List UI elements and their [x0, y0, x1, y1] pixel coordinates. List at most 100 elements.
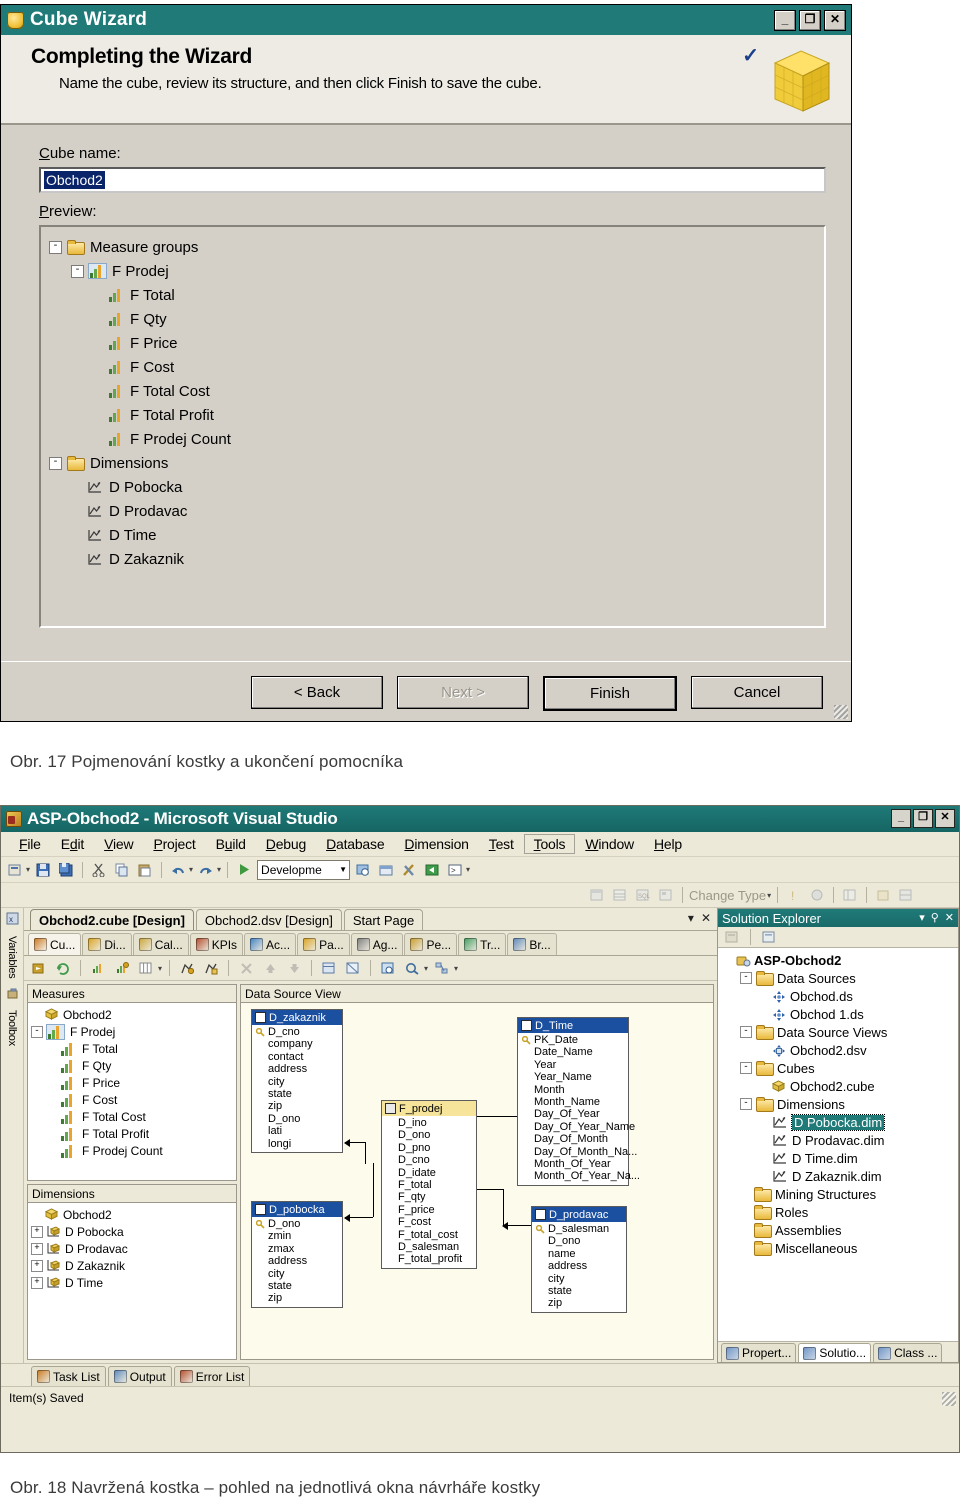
resize-grip[interactable]	[834, 705, 848, 719]
console-dropdown-icon[interactable]: ▾	[466, 865, 470, 874]
dsv-field[interactable]: Month	[522, 1084, 626, 1096]
dsv-table-header[interactable]: D_Time	[518, 1018, 628, 1033]
wizard-tree-row[interactable]: - F Prodej	[49, 259, 824, 283]
measure-row[interactable]: F Total Profit	[31, 1125, 236, 1142]
tree-expander[interactable]: -	[740, 1062, 752, 1074]
dsv-field[interactable]: Month_Of_Year	[522, 1158, 626, 1170]
layout-icon[interactable]	[432, 958, 452, 978]
console-icon[interactable]: >	[445, 860, 465, 880]
menu-item-help[interactable]: Help	[644, 834, 692, 854]
wizard-tree-row[interactable]: F Total Profit	[49, 403, 824, 427]
add-cube-dimension-icon[interactable]	[177, 958, 197, 978]
solution-explorer-row[interactable]: - Data Source Views	[722, 1023, 958, 1041]
dsv-field[interactable]: Day_Of_Month_Na...	[522, 1146, 637, 1158]
relationship-icon[interactable]	[896, 885, 916, 905]
menu-item-test[interactable]: Test	[479, 834, 524, 854]
measure-row[interactable]: F Total	[31, 1040, 236, 1057]
wizard-tree-row[interactable]: D Time	[49, 523, 824, 547]
solution-explorer-row[interactable]: Roles	[722, 1203, 958, 1221]
dsv-table-header[interactable]: D_prodavac	[532, 1207, 626, 1222]
dsv-field[interactable]: F_total_cost	[386, 1229, 474, 1241]
designer-tab[interactable]: Cal...	[132, 933, 189, 955]
dsv-field[interactable]: D_ono	[255, 1218, 340, 1230]
designer-tab[interactable]: Ag...	[350, 933, 404, 955]
measure-row[interactable]: F Qty	[31, 1057, 236, 1074]
properties-list-icon[interactable]	[840, 885, 860, 905]
deploy-icon[interactable]	[422, 860, 442, 880]
dsv-field[interactable]: F_qty	[386, 1191, 474, 1203]
measure-row[interactable]: - F Prodej	[31, 1023, 236, 1040]
dsv-field[interactable]: D_pno	[386, 1142, 474, 1154]
vs-bottom-tab[interactable]: Task List	[31, 1366, 106, 1386]
dsv-field[interactable]: Date_Name	[522, 1046, 626, 1058]
dsv-table-header[interactable]: F_prodej	[382, 1101, 476, 1116]
pin-icon[interactable]: ⚲	[931, 911, 939, 924]
dsv-field[interactable]: state	[256, 1088, 340, 1100]
vs-minimize-button[interactable]: _	[891, 809, 911, 828]
layout-dropdown-icon[interactable]: ▾	[454, 964, 458, 973]
dsv-field[interactable]: zip	[536, 1297, 624, 1309]
verify-icon[interactable]: !	[784, 885, 804, 905]
dimension-row[interactable]: Obchod2	[31, 1206, 236, 1223]
move-up-icon[interactable]	[260, 958, 280, 978]
wizard-preview-tree[interactable]: - Measure groups - F Prodej F Total F Qty F Pr…	[39, 225, 826, 628]
dsv-field[interactable]: address	[256, 1063, 340, 1075]
tree-expander[interactable]: -	[740, 1098, 752, 1110]
solution-explorer-tree[interactable]: ASP-Obchod2- Data Sources Obchod.ds Obchod …	[718, 948, 958, 1341]
change-type-dropdown-icon[interactable]: ▾	[767, 891, 771, 900]
table-view-icon[interactable]	[587, 885, 607, 905]
designer-tab[interactable]: Pa...	[297, 933, 350, 955]
copy-icon[interactable]	[112, 860, 132, 880]
dimension-row[interactable]: + D Zakaznik	[31, 1257, 236, 1274]
measure-row[interactable]: F Cost	[31, 1091, 236, 1108]
dsv-field[interactable]: D_ono	[256, 1113, 340, 1125]
edit-dimension-icon[interactable]	[201, 958, 221, 978]
dsv-field[interactable]: F_total	[386, 1179, 474, 1191]
dsv-field[interactable]: contact	[256, 1051, 340, 1063]
change-type-label[interactable]: Change Type	[689, 888, 766, 903]
solution-explorer-row[interactable]: Miscellaneous	[722, 1239, 958, 1257]
new-dropdown-icon[interactable]: ▾	[26, 865, 30, 874]
dsv-field[interactable]: zip	[256, 1292, 340, 1304]
new-query-icon[interactable]	[376, 860, 396, 880]
tree-expander[interactable]: -	[49, 240, 62, 254]
solution-explorer-row[interactable]: - Cubes	[722, 1059, 958, 1077]
designer-tab[interactable]: Ac...	[244, 933, 297, 955]
measure-row[interactable]: F Total Cost	[31, 1108, 236, 1125]
tree-expander[interactable]: -	[49, 456, 62, 470]
tree-expander[interactable]: -	[740, 972, 752, 984]
new-measure-group-icon[interactable]	[88, 958, 108, 978]
find-in-files-icon[interactable]	[353, 860, 373, 880]
find-table-icon[interactable]	[378, 958, 398, 978]
tree-expander[interactable]: -	[740, 1026, 752, 1038]
dsv-diagram-canvas[interactable]: D_zakaznik D_cno company contact address city…	[241, 1003, 713, 1359]
document-tab[interactable]: Obchod2.dsv [Design]	[195, 909, 342, 930]
tree-expander[interactable]: +	[31, 1242, 43, 1255]
measures-tree[interactable]: Obchod2 - F Prodej F Total F Qty F Price F Cos…	[28, 1003, 236, 1180]
show-relationships-icon[interactable]	[343, 958, 363, 978]
tree-expander[interactable]: -	[71, 264, 84, 278]
delete-icon[interactable]	[236, 958, 256, 978]
execute-sql-icon[interactable]	[807, 885, 827, 905]
document-tab[interactable]: Obchod2.cube [Design]	[30, 909, 194, 930]
solution-explorer-row[interactable]: ASP-Obchod2	[722, 951, 958, 969]
wizard-finish-button[interactable]: Finish	[543, 676, 677, 711]
dsv-field[interactable]: Year	[522, 1059, 626, 1071]
dsv-table[interactable]: D_pobocka D_ono zmin zmax address city state zi…	[251, 1201, 343, 1308]
maximize-button[interactable]: ❐	[799, 10, 821, 31]
dsv-field[interactable]: name	[536, 1248, 624, 1260]
dsv-field[interactable]: zip	[256, 1100, 340, 1112]
variables-pin-icon[interactable]: x	[6, 912, 19, 930]
dimension-row[interactable]: + D Prodavac	[31, 1240, 236, 1257]
redo-dropdown-icon[interactable]: ▾	[217, 865, 221, 874]
dsv-field[interactable]: city	[256, 1268, 340, 1280]
wizard-back-button[interactable]: < Back	[251, 676, 383, 709]
designer-tab[interactable]: Cu...	[28, 933, 82, 955]
dsv-field[interactable]: D_salesman	[535, 1223, 624, 1235]
columns-icon[interactable]	[136, 958, 156, 978]
minimize-button[interactable]: _	[774, 10, 796, 31]
dsv-field[interactable]: Day_Of_Month	[522, 1133, 626, 1145]
measure-row[interactable]: F Prodej Count	[31, 1142, 236, 1159]
dsv-field[interactable]: Month_Of_Year_Na...	[522, 1170, 640, 1182]
add-table-icon[interactable]	[873, 885, 893, 905]
